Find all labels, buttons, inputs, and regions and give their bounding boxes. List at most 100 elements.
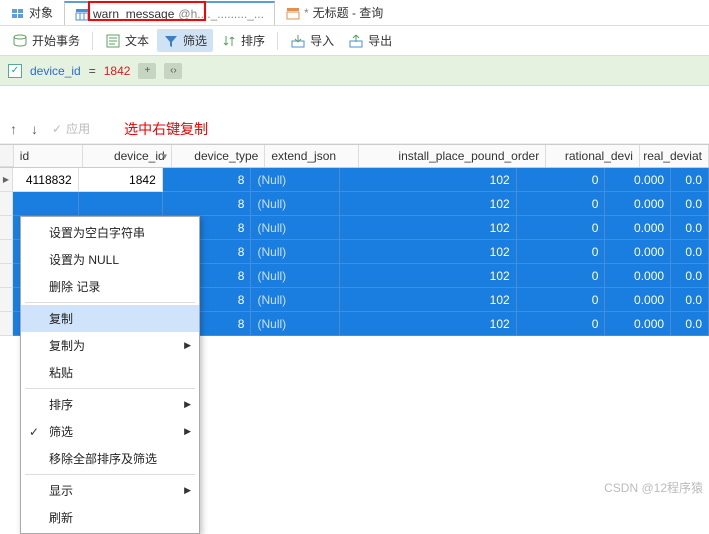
cell[interactable]: (Null)	[251, 240, 340, 264]
col-extend-json[interactable]: extend_json	[265, 145, 359, 167]
cell[interactable]: (Null)	[251, 312, 340, 336]
sort-button[interactable]: 排序	[215, 29, 271, 52]
context-menu-item[interactable]: 复制为▶	[21, 332, 199, 359]
cell[interactable]: 0	[517, 216, 606, 240]
cell[interactable]: 0.0	[671, 168, 709, 192]
cell[interactable]: 102	[340, 168, 516, 192]
annotation-text: 选中右键复制	[124, 119, 208, 139]
toolbar: 开始事务 文本 筛选 排序 导入 导出	[0, 26, 709, 56]
cell[interactable]: 0	[517, 240, 606, 264]
cell[interactable]: 1842	[79, 168, 163, 192]
context-menu-item[interactable]: 排序▶	[21, 391, 199, 418]
cell[interactable]: 0.0	[671, 192, 709, 216]
context-menu-item[interactable]: 筛选▶✓	[21, 418, 199, 445]
col-device-id[interactable]: device_id▼	[83, 145, 172, 167]
tab-untitled-query[interactable]: * 无标题 - 查询	[275, 0, 394, 25]
cell[interactable]: 0.0	[671, 240, 709, 264]
tab-objects[interactable]: 对象	[0, 0, 64, 25]
cell[interactable]: 102	[340, 192, 516, 216]
cell[interactable]: 0.000	[605, 192, 671, 216]
row-marker-header	[0, 145, 14, 167]
cell[interactable]: (Null)	[251, 288, 340, 312]
filter-field[interactable]: device_id	[30, 64, 81, 78]
next-button[interactable]: ↓	[31, 121, 38, 137]
context-menu-item[interactable]: 复制	[21, 305, 199, 332]
objects-icon	[11, 6, 25, 20]
filter-add-button[interactable]: +	[138, 63, 156, 79]
cell[interactable]: 4118832	[13, 168, 79, 192]
table-row[interactable]: ▶411883218428(Null)10200.0000.0	[0, 168, 709, 192]
filter-button[interactable]: 筛选	[157, 29, 213, 52]
funnel-icon	[163, 33, 179, 49]
col-device-type[interactable]: device_type	[172, 145, 266, 167]
cell[interactable]: 8	[163, 168, 252, 192]
cell[interactable]: 0	[517, 168, 606, 192]
cell[interactable]: 102	[340, 264, 516, 288]
menu-separator	[25, 302, 195, 303]
cell[interactable]: 0	[517, 288, 606, 312]
cell[interactable]: 0.000	[605, 240, 671, 264]
filter-operator[interactable]: =	[89, 64, 96, 78]
cell[interactable]: 0.0	[671, 312, 709, 336]
filter-code-button[interactable]: ‹›	[164, 63, 182, 79]
context-menu-item[interactable]: 设置为空白字符串	[21, 219, 199, 246]
cell[interactable]: (Null)	[251, 168, 340, 192]
row-marker	[0, 264, 13, 288]
context-menu-item[interactable]: 粘贴	[21, 359, 199, 386]
row-marker	[0, 312, 13, 336]
cell[interactable]: 0.0	[671, 264, 709, 288]
cell[interactable]: 0.000	[605, 312, 671, 336]
col-real[interactable]: real_deviat	[640, 145, 709, 167]
prev-button[interactable]: ↑	[10, 121, 17, 137]
cell[interactable]	[79, 192, 163, 216]
cell[interactable]: (Null)	[251, 216, 340, 240]
separator	[277, 32, 278, 50]
apply-button[interactable]: ✓应用	[52, 120, 90, 137]
import-button[interactable]: 导入	[284, 29, 340, 52]
filter-value[interactable]: 1842	[104, 64, 131, 78]
cell[interactable]: (Null)	[251, 192, 340, 216]
export-button[interactable]: 导出	[342, 29, 398, 52]
context-menu-item[interactable]: 刷新	[21, 504, 199, 531]
filter-checkbox[interactable]: ✓	[8, 64, 22, 78]
cell[interactable]: 102	[340, 216, 516, 240]
menu-separator	[25, 474, 195, 475]
text-button[interactable]: 文本	[99, 29, 155, 52]
cell[interactable]: 102	[340, 312, 516, 336]
cell[interactable]: 102	[340, 240, 516, 264]
export-icon	[348, 33, 364, 49]
context-menu-item[interactable]: 设置为 NULL	[21, 246, 199, 273]
cell[interactable]	[13, 192, 79, 216]
cell[interactable]: 0.0	[671, 216, 709, 240]
begin-transaction-button[interactable]: 开始事务	[6, 29, 86, 52]
cell[interactable]: 0	[517, 312, 606, 336]
context-menu: 设置为空白字符串设置为 NULL删除 记录复制复制为▶粘贴排序▶筛选▶✓移除全部…	[20, 216, 200, 534]
filter-bar: ✓ device_id = 1842 + ‹›	[0, 56, 709, 86]
tab-warn-message[interactable]: warn_message @h...._........._...	[64, 1, 275, 25]
cell[interactable]: 8	[163, 192, 252, 216]
cell[interactable]: 0.000	[605, 168, 671, 192]
cell[interactable]: 102	[340, 288, 516, 312]
cell[interactable]: (Null)	[251, 264, 340, 288]
col-rational[interactable]: rational_devi	[546, 145, 640, 167]
tab-label: 对象	[29, 4, 53, 21]
submenu-arrow-icon: ▶	[184, 426, 191, 437]
query-icon	[286, 6, 300, 20]
cell[interactable]: 0	[517, 192, 606, 216]
context-menu-item[interactable]: 删除 记录	[21, 273, 199, 300]
cell[interactable]: 0.000	[605, 216, 671, 240]
col-id[interactable]: id	[14, 145, 83, 167]
cell[interactable]: 0.0	[671, 288, 709, 312]
check-icon: ✓	[52, 122, 62, 136]
grid-header: id device_id▼ device_type extend_json in…	[0, 144, 709, 168]
col-install-place[interactable]: install_place_pound_order	[359, 145, 546, 167]
cell[interactable]: 0	[517, 264, 606, 288]
cell[interactable]: 0.000	[605, 288, 671, 312]
tab-suffix: @h...._........._...	[178, 7, 264, 21]
table-row[interactable]: 8(Null)10200.0000.0	[0, 192, 709, 216]
context-menu-item[interactable]: 移除全部排序及筛选	[21, 445, 199, 472]
menu-separator	[25, 388, 195, 389]
cell[interactable]: 0.000	[605, 264, 671, 288]
blank	[0, 86, 709, 114]
dropdown-icon: ▼	[161, 152, 169, 161]
